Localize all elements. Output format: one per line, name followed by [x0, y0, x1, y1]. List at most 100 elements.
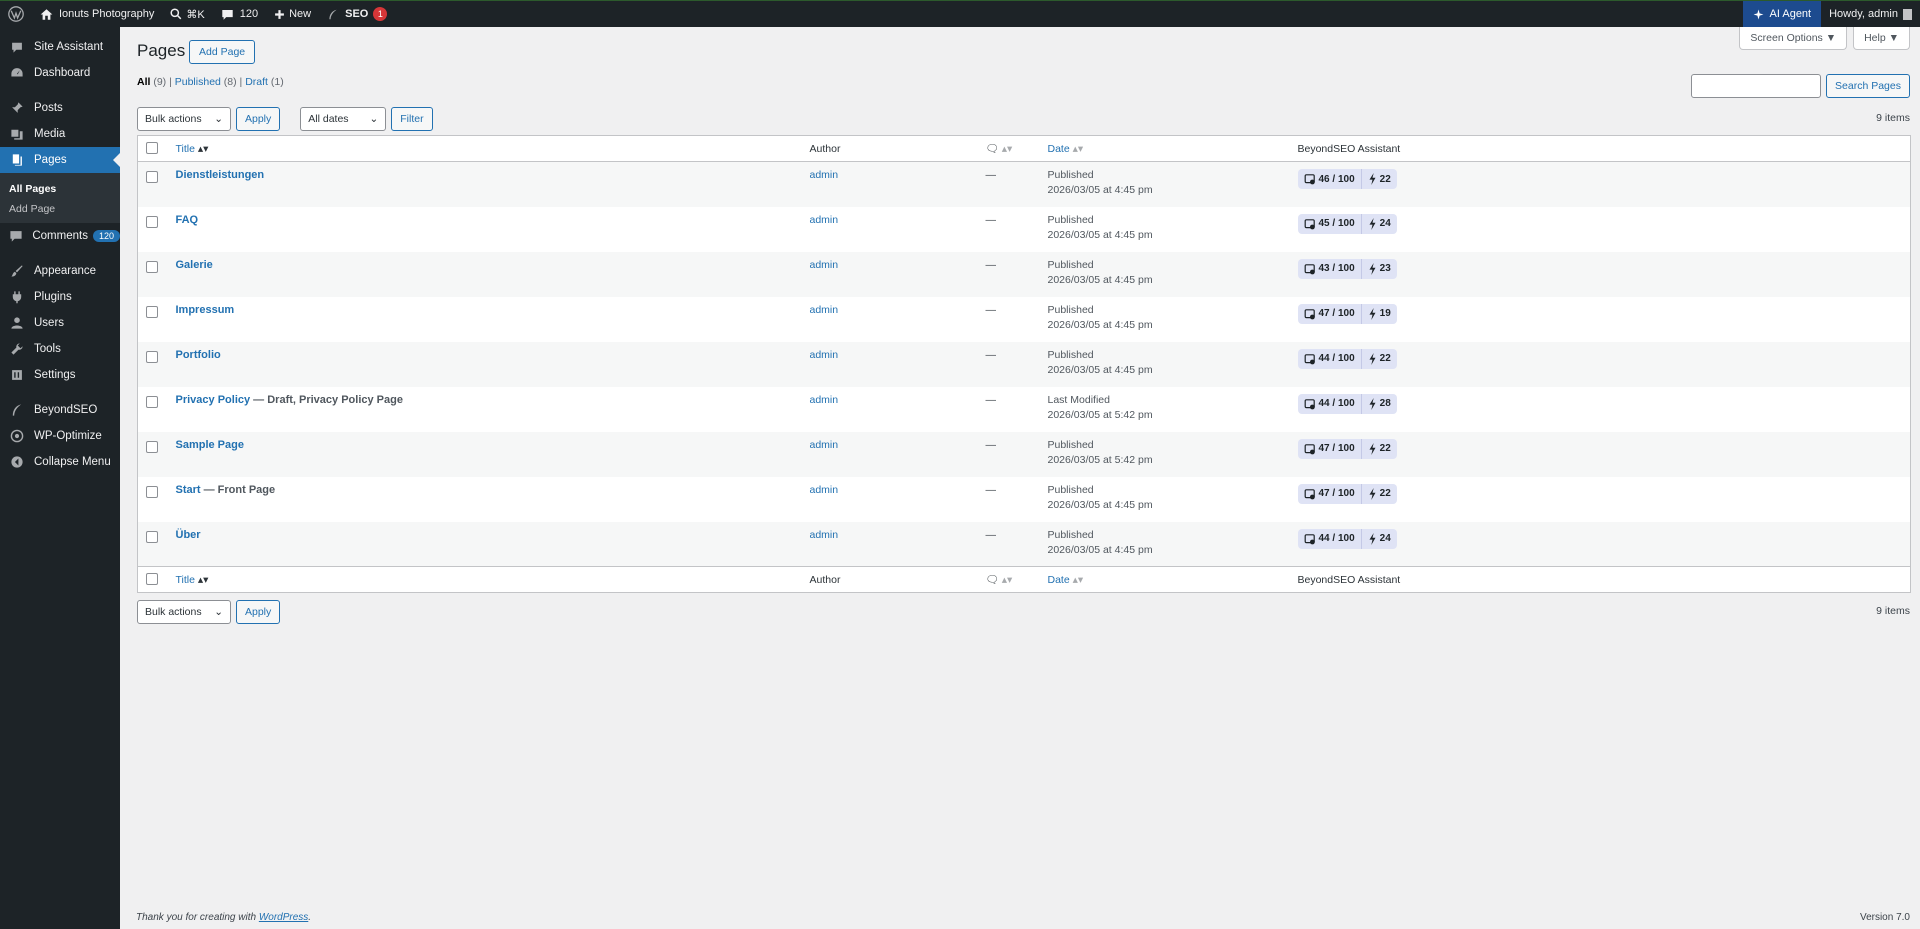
- page-title-link[interactable]: Über: [176, 529, 201, 541]
- page-title-link[interactable]: Dienstleistungen: [176, 169, 265, 181]
- seo-score-pill[interactable]: 46 / 100 22: [1297, 169, 1397, 189]
- seo-links-value: 22: [1379, 173, 1391, 185]
- new-content-button[interactable]: New: [266, 1, 319, 28]
- footer-text: Thank you for creating with: [136, 912, 259, 923]
- author-link[interactable]: admin: [810, 529, 839, 541]
- row-checkbox[interactable]: [146, 171, 158, 183]
- comments-column-footer[interactable]: 🗨 ▴▾: [977, 566, 1040, 593]
- author-link[interactable]: admin: [810, 349, 839, 361]
- seo-score-pill[interactable]: 43 / 100 23: [1297, 258, 1397, 279]
- page-title-link[interactable]: Portfolio: [176, 349, 221, 361]
- page-title-link[interactable]: Start: [176, 484, 201, 496]
- command-palette-button[interactable]: ⌘K: [162, 1, 212, 28]
- menu-beyondseo[interactable]: BeyondSEO: [0, 397, 120, 423]
- seo-menu[interactable]: SEO 1: [319, 1, 395, 28]
- seo-score-pill[interactable]: 45 / 100 24: [1297, 213, 1397, 234]
- title-column-footer[interactable]: Title ▴▾: [167, 566, 802, 593]
- screen-options-button[interactable]: Screen Options ▼: [1739, 27, 1848, 50]
- menu-label: Users: [34, 317, 65, 329]
- menu-plugins[interactable]: Plugins: [0, 284, 120, 310]
- select-all-checkbox[interactable]: [146, 142, 158, 154]
- comment-icon: [8, 227, 24, 245]
- comment-icon: 🗨: [985, 574, 999, 586]
- author-link[interactable]: admin: [810, 259, 839, 271]
- seo-links: 24: [1362, 214, 1397, 234]
- submenu-add-page[interactable]: Add Page: [0, 199, 120, 219]
- filter-button[interactable]: Filter: [391, 107, 433, 131]
- comments-count: —: [985, 258, 997, 271]
- add-page-button[interactable]: Add Page: [189, 40, 256, 64]
- seo-links-value: 28: [1379, 398, 1391, 409]
- author-link[interactable]: admin: [810, 304, 839, 316]
- date-column-header[interactable]: Date ▴▾: [1039, 135, 1290, 162]
- wordpress-logo-icon[interactable]: [0, 1, 32, 28]
- menu-dashboard[interactable]: Dashboard: [0, 60, 120, 86]
- lightning-icon: [1369, 397, 1376, 410]
- row-checkbox[interactable]: [146, 440, 158, 453]
- row-checkbox[interactable]: [146, 530, 158, 543]
- author-link[interactable]: admin: [810, 439, 839, 451]
- menu-appearance[interactable]: Appearance: [0, 258, 120, 284]
- seo-links: 22: [1362, 169, 1397, 189]
- page-title-link[interactable]: FAQ: [176, 214, 199, 226]
- submenu-all-pages[interactable]: All Pages: [0, 179, 120, 199]
- bulk-apply-button[interactable]: Apply: [236, 600, 281, 624]
- menu-pages[interactable]: Pages: [0, 147, 120, 173]
- menu-comments[interactable]: Comments 120: [0, 223, 120, 249]
- seo-score: 43 / 100: [1298, 258, 1362, 279]
- row-checkbox[interactable]: [146, 215, 158, 228]
- seo-score-pill[interactable]: 44 / 100 24: [1297, 528, 1397, 549]
- comments-column-header[interactable]: 🗨 ▴▾: [977, 135, 1040, 162]
- menu-tools[interactable]: Tools: [0, 336, 120, 362]
- seo-score-pill[interactable]: 44 / 100 28: [1297, 393, 1397, 414]
- row-checkbox[interactable]: [146, 260, 158, 273]
- author-link[interactable]: admin: [810, 214, 839, 226]
- bulk-actions-select[interactable]: Bulk actions ⌄: [137, 600, 231, 624]
- help-button[interactable]: Help ▼: [1853, 27, 1910, 50]
- seo-score-pill[interactable]: 47 / 100 19: [1297, 303, 1397, 324]
- wordpress-link[interactable]: WordPress: [259, 912, 308, 923]
- page-title-link[interactable]: Impressum: [176, 304, 235, 316]
- row-checkbox[interactable]: [146, 350, 158, 363]
- date-column-footer[interactable]: Date ▴▾: [1039, 566, 1290, 593]
- menu-site-assistant[interactable]: Site Assistant: [0, 34, 120, 60]
- menu-posts[interactable]: Posts: [0, 95, 120, 121]
- page-title-link[interactable]: Sample Page: [176, 439, 244, 451]
- row-checkbox[interactable]: [146, 395, 158, 408]
- bulk-apply-button[interactable]: Apply: [236, 107, 281, 131]
- search-input[interactable]: [1691, 74, 1822, 98]
- seo-score-pill[interactable]: 47 / 100 22: [1297, 483, 1397, 504]
- menu-collapse[interactable]: Collapse Menu: [0, 449, 120, 475]
- filter-draft-link[interactable]: Draft: [245, 76, 268, 88]
- my-account-menu[interactable]: Howdy, admin: [1821, 1, 1920, 28]
- search-pages-button[interactable]: Search Pages: [1826, 74, 1910, 98]
- author-link[interactable]: admin: [810, 394, 839, 406]
- seo-links-value: 22: [1379, 488, 1391, 499]
- comments-count: —: [985, 169, 997, 181]
- page-title-link[interactable]: Privacy Policy: [176, 394, 251, 406]
- filter-all-link[interactable]: All: [137, 76, 150, 88]
- author-link[interactable]: admin: [810, 484, 839, 496]
- ai-agent-button[interactable]: AI Agent: [1742, 0, 1822, 28]
- date-filter-select[interactable]: All dates ⌄: [300, 107, 387, 131]
- seo-links-value: 19: [1379, 308, 1391, 319]
- bulk-actions-select[interactable]: Bulk actions ⌄: [137, 107, 231, 131]
- status-filter-links: All (9) | Published (8) | Draft (1): [137, 76, 284, 88]
- post-status: Published: [1047, 438, 1094, 451]
- select-all-checkbox[interactable]: [146, 573, 158, 585]
- page-title-link[interactable]: Galerie: [176, 259, 213, 271]
- comments-link[interactable]: 120: [213, 1, 266, 28]
- menu-media[interactable]: Media: [0, 121, 120, 147]
- row-checkbox[interactable]: [146, 485, 158, 498]
- row-checkbox[interactable]: [146, 305, 158, 318]
- seo-score-pill[interactable]: 44 / 100 22: [1297, 348, 1397, 369]
- menu-users[interactable]: Users: [0, 310, 120, 336]
- menu-settings[interactable]: Settings: [0, 362, 120, 388]
- seo-score-pill[interactable]: 47 / 100 22: [1297, 438, 1397, 459]
- site-name-link[interactable]: Ionuts Photography: [32, 1, 162, 28]
- menu-wp-optimize[interactable]: WP-Optimize: [0, 423, 120, 449]
- page-title: Pages: [137, 41, 186, 60]
- author-link[interactable]: admin: [810, 169, 839, 181]
- title-column-header[interactable]: Title ▴▾: [167, 135, 802, 162]
- filter-published-link[interactable]: Published: [175, 76, 221, 88]
